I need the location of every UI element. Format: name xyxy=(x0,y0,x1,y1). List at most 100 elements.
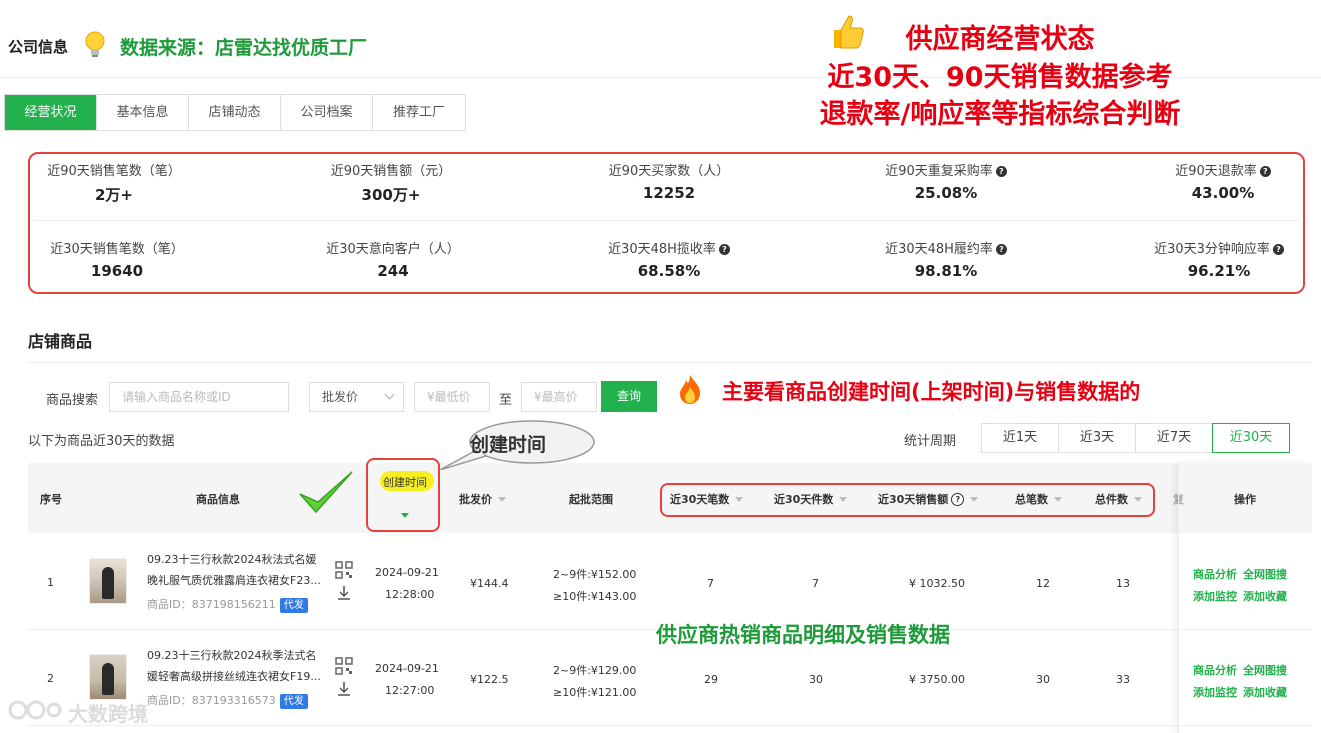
sales-annotation-box xyxy=(660,483,1155,517)
stat-value: 19640 xyxy=(90,262,144,280)
stat-value: 244 xyxy=(377,262,409,280)
range-tier2: ≥10件:¥121.00 xyxy=(553,686,637,699)
qrcode-icon[interactable] xyxy=(335,561,353,579)
tab-recommended-factory[interactable]: 推荐工厂 xyxy=(373,95,465,130)
created-bubble-text: 创建时间 xyxy=(470,434,547,456)
created-date: 2024-09-21 xyxy=(375,566,439,579)
help-icon[interactable]: ? xyxy=(1259,166,1271,177)
stat-90d-buyers: 近90天买家数（人） 12252 xyxy=(559,160,779,202)
created-time: 12:27:00 xyxy=(385,684,435,697)
image-search-link[interactable]: 全网图搜 xyxy=(1243,662,1287,678)
status-annotation-line3: 退款率/响应率等指标综合判断 xyxy=(819,99,1181,130)
query-button[interactable]: 查询 xyxy=(601,381,657,412)
add-monitor-link[interactable]: 添加监控 xyxy=(1193,588,1237,604)
stat-30d-orders: 近30天销售笔数（笔） 19640 xyxy=(7,238,227,280)
tab-basic-info[interactable]: 基本信息 xyxy=(97,95,189,130)
period-label: 统计周期 xyxy=(904,434,957,449)
stat-value: 12252 xyxy=(642,184,696,202)
download-icon[interactable] xyxy=(336,681,352,697)
product-image[interactable] xyxy=(89,558,127,604)
dropship-badge: 代发 xyxy=(279,598,308,613)
stat-value: 300万+ xyxy=(361,186,421,204)
help-icon[interactable]: ? xyxy=(718,244,730,255)
product-id: 商品ID：837198156211 代发 xyxy=(147,596,308,613)
period-7d-button[interactable]: 近7天 xyxy=(1135,423,1213,453)
lightbulb-icon xyxy=(85,31,105,57)
qrcode-icon[interactable] xyxy=(335,657,353,675)
product-title-line2: 媛轻奢高级拼接丝绒连衣裙女F19... xyxy=(147,670,321,683)
tab-company-archive[interactable]: 公司档案 xyxy=(281,95,373,130)
period-30d-button[interactable]: 近30天 xyxy=(1212,423,1290,453)
stat-label: 近90天重复采购率 xyxy=(885,164,993,179)
sort-icon xyxy=(498,497,506,502)
period-1d-button[interactable]: 近1天 xyxy=(981,423,1059,453)
period-selector: 近1天 近3天 近7天 近30天 xyxy=(981,423,1290,453)
total-orders: 12 xyxy=(1036,577,1050,590)
help-icon[interactable]: ? xyxy=(1272,244,1284,255)
image-search-link[interactable]: 全网图搜 xyxy=(1243,566,1287,582)
stat-label: 近30天48H揽收率 xyxy=(608,242,716,257)
stat-label: 近30天销售笔数（笔） xyxy=(50,242,184,257)
product-title-line2: 晚礼服气质优雅露肩连衣裙女F23... xyxy=(147,574,321,587)
add-favorite-link[interactable]: 添加收藏 xyxy=(1243,684,1287,700)
stat-value: 96.21% xyxy=(1187,262,1251,280)
pieces-30d: 7 xyxy=(812,577,819,590)
created-date: 2024-09-21 xyxy=(375,662,439,675)
product-analysis-link[interactable]: 商品分析 xyxy=(1193,566,1237,582)
stat-label: 近90天销售额（元） xyxy=(330,164,452,179)
price-type-select[interactable]: 批发价 xyxy=(309,382,404,412)
col-product-info: 商品信息 xyxy=(196,493,240,506)
stat-label: 近30天意向客户（人） xyxy=(326,242,460,257)
col-price[interactable]: 批发价 xyxy=(459,491,506,507)
watermark-icon xyxy=(8,700,62,720)
wholesale-price: ¥144.4 xyxy=(470,577,509,590)
wholesale-price: ¥122.5 xyxy=(470,673,509,686)
created-time: 12:28:00 xyxy=(385,588,435,601)
help-icon[interactable]: ? xyxy=(995,166,1007,177)
product-analysis-link[interactable]: 商品分析 xyxy=(1193,662,1237,678)
fire-icon xyxy=(680,375,700,404)
watermark-text: 大数跨境 xyxy=(68,702,148,726)
period-3d-button[interactable]: 近3天 xyxy=(1058,423,1136,453)
add-favorite-link[interactable]: 添加收藏 xyxy=(1243,588,1287,604)
stat-value: 25.08% xyxy=(914,184,978,202)
product-search-input[interactable]: 请输入商品名称或ID xyxy=(109,382,289,412)
product-title-line1: 09.23十三行秋款2024秋法式名媛 xyxy=(147,553,317,566)
product-title[interactable]: 09.23十三行秋款2024秋法式名媛 晚礼服气质优雅露肩连衣裙女F23... xyxy=(147,549,327,591)
max-price-input[interactable]: ¥最高价 xyxy=(521,382,597,412)
tab-store-dynamics[interactable]: 店铺动态 xyxy=(189,95,281,130)
status-annotation-line2: 近30天、90天销售数据参考 xyxy=(827,62,1173,93)
watermark-logo: 大数跨境 xyxy=(8,692,178,730)
tab-business-status[interactable]: 经营状况 xyxy=(5,95,97,130)
total-pieces: 13 xyxy=(1116,577,1130,590)
range-tier2: ≥10件:¥143.00 xyxy=(553,590,637,603)
created-annotation-box xyxy=(366,458,440,532)
sales-30d: ¥ 3750.00 xyxy=(909,673,965,686)
dropship-badge: 代发 xyxy=(279,694,308,709)
row-divider xyxy=(28,725,1312,726)
stats-divider xyxy=(34,220,1299,221)
download-icon[interactable] xyxy=(336,585,352,601)
data-source-annotation: 数据来源：店雷达找优质工厂 xyxy=(120,37,368,59)
store-products-title: 店铺商品 xyxy=(28,332,93,351)
add-monitor-link[interactable]: 添加监控 xyxy=(1193,684,1237,700)
total-orders: 30 xyxy=(1036,673,1050,686)
help-icon[interactable]: ? xyxy=(995,244,1007,255)
stat-30d-fulfillment: 近30天48H履约率? 98.81% xyxy=(836,238,1056,280)
company-info-title: 公司信息 xyxy=(8,38,69,56)
stat-label: 近30天48H履约率 xyxy=(885,242,993,257)
chevron-down-icon xyxy=(384,389,395,400)
col-price-label: 批发价 xyxy=(459,493,492,506)
stat-label: 近90天销售笔数（笔） xyxy=(47,164,181,179)
row-index: 2 xyxy=(47,672,54,685)
product-title[interactable]: 09.23十三行秋款2024秋季法式名 媛轻奢高级拼接丝绒连衣裙女F19... xyxy=(147,645,327,687)
section-divider xyxy=(28,362,1312,363)
sales-30d: ¥ 1032.50 xyxy=(909,577,965,590)
min-price-input[interactable]: ¥最低价 xyxy=(414,382,490,412)
stat-90d-orders: 近90天销售笔数（笔） 2万+ xyxy=(4,160,224,205)
orders-30d: 7 xyxy=(707,577,714,590)
stat-value: 68.58% xyxy=(637,262,701,280)
stat-label: 近90天买家数（人） xyxy=(608,164,730,179)
stat-value: 2万+ xyxy=(94,186,133,204)
product-id-value: 837198156211 xyxy=(191,598,276,611)
